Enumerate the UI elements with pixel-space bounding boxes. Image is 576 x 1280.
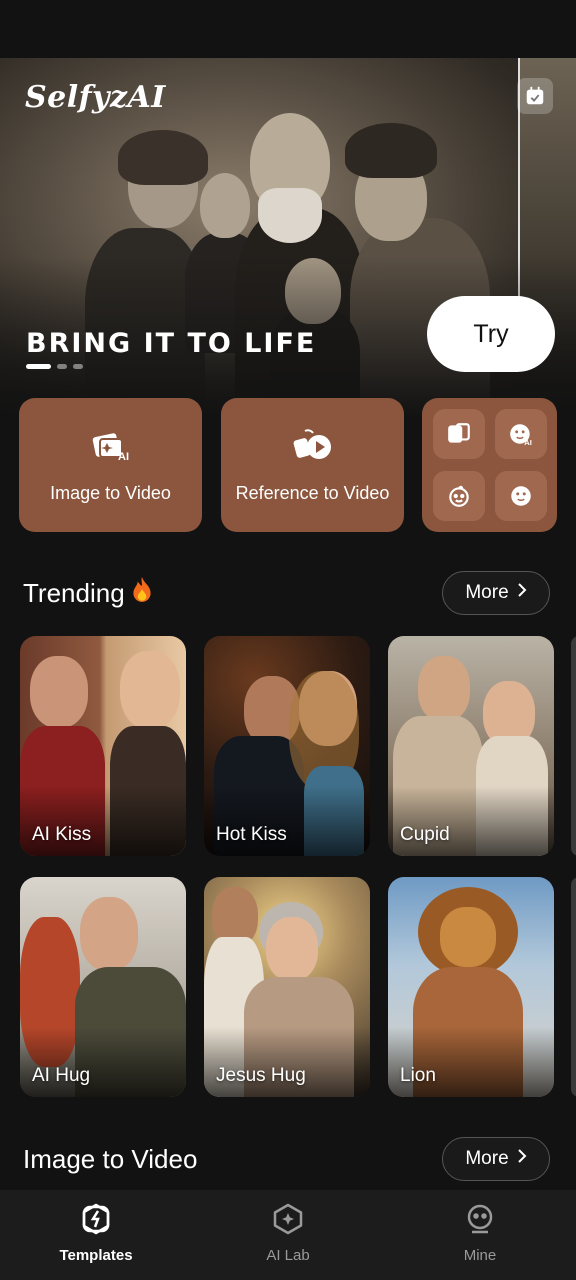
template-card[interactable]: Lion: [388, 877, 554, 1097]
card-label: Cupid: [400, 824, 450, 845]
templates-icon: [79, 1202, 113, 1241]
ai-lab-icon: [271, 1202, 305, 1241]
card-label: Lion: [400, 1065, 436, 1086]
baby-face-icon[interactable]: [432, 471, 485, 521]
template-card[interactable]: AI Kiss: [20, 636, 186, 856]
svg-text:AI: AI: [118, 451, 129, 463]
image-to-video-card[interactable]: AI Image to Video: [19, 398, 202, 532]
card-label: Hot Kiss: [216, 824, 287, 845]
ai-face-icon[interactable]: AI: [494, 409, 547, 459]
carousel-indicator: [26, 364, 83, 369]
brand-logo: SelfyzAI: [25, 80, 166, 115]
carousel-dot[interactable]: [57, 364, 67, 369]
mine-icon: [463, 1202, 497, 1241]
chevron-right-icon: [517, 1148, 527, 1170]
fire-icon: [129, 576, 155, 611]
template-card[interactable]: Cupid: [388, 636, 554, 856]
nav-label-templates: Templates: [59, 1247, 133, 1264]
bottom-navigation: Templates AI Lab Mine: [0, 1190, 576, 1280]
trending-more-button[interactable]: More: [442, 571, 550, 615]
nav-item-ai-lab[interactable]: AI Lab: [192, 1190, 384, 1280]
trending-more-label: More: [465, 582, 509, 603]
face-swap-icon[interactable]: [432, 409, 485, 459]
nav-item-templates[interactable]: Templates: [0, 1190, 192, 1280]
mini-tools-card: AI: [422, 398, 557, 532]
status-bar: [0, 0, 576, 58]
template-card[interactable]: AI Hug: [20, 877, 186, 1097]
image-to-video-more-button[interactable]: More: [442, 1137, 550, 1181]
image-to-video-label: Image to Video: [50, 482, 171, 503]
reference-to-video-label: Reference to Video: [235, 482, 390, 503]
carousel-dot-active[interactable]: [26, 364, 51, 369]
image-to-video-more-label: More: [465, 1148, 509, 1169]
image-to-video-section-title: Image to Video: [23, 1144, 198, 1174]
card-label: AI Hug: [32, 1065, 91, 1086]
svg-text:AI: AI: [524, 438, 532, 447]
chevron-right-icon: [517, 582, 527, 604]
template-card[interactable]: Hot Kiss: [204, 636, 370, 856]
card-label: Jesus Hug: [216, 1065, 306, 1086]
nav-label-ai-lab: AI Lab: [266, 1247, 310, 1264]
reference-video-icon: [291, 427, 335, 468]
reference-to-video-card[interactable]: Reference to Video: [221, 398, 404, 532]
nav-label-mine: Mine: [463, 1247, 497, 1264]
image-ai-icon: AI: [90, 427, 132, 468]
card-label: AI Kiss: [32, 824, 92, 845]
calendar-check-icon[interactable]: [517, 78, 553, 114]
emoji-face-icon[interactable]: [494, 471, 547, 521]
try-button[interactable]: Try: [427, 296, 555, 372]
hero-tagline: BRING IT TO LIFE: [26, 328, 317, 359]
carousel-dot[interactable]: [73, 364, 83, 369]
next-card-peek: [571, 636, 576, 856]
next-card-peek: [571, 877, 576, 1097]
trending-title: Trending: [23, 576, 155, 611]
nav-item-mine[interactable]: Mine: [384, 1190, 576, 1280]
template-card[interactable]: Jesus Hug: [204, 877, 370, 1097]
trending-title-text: Trending: [23, 578, 125, 608]
